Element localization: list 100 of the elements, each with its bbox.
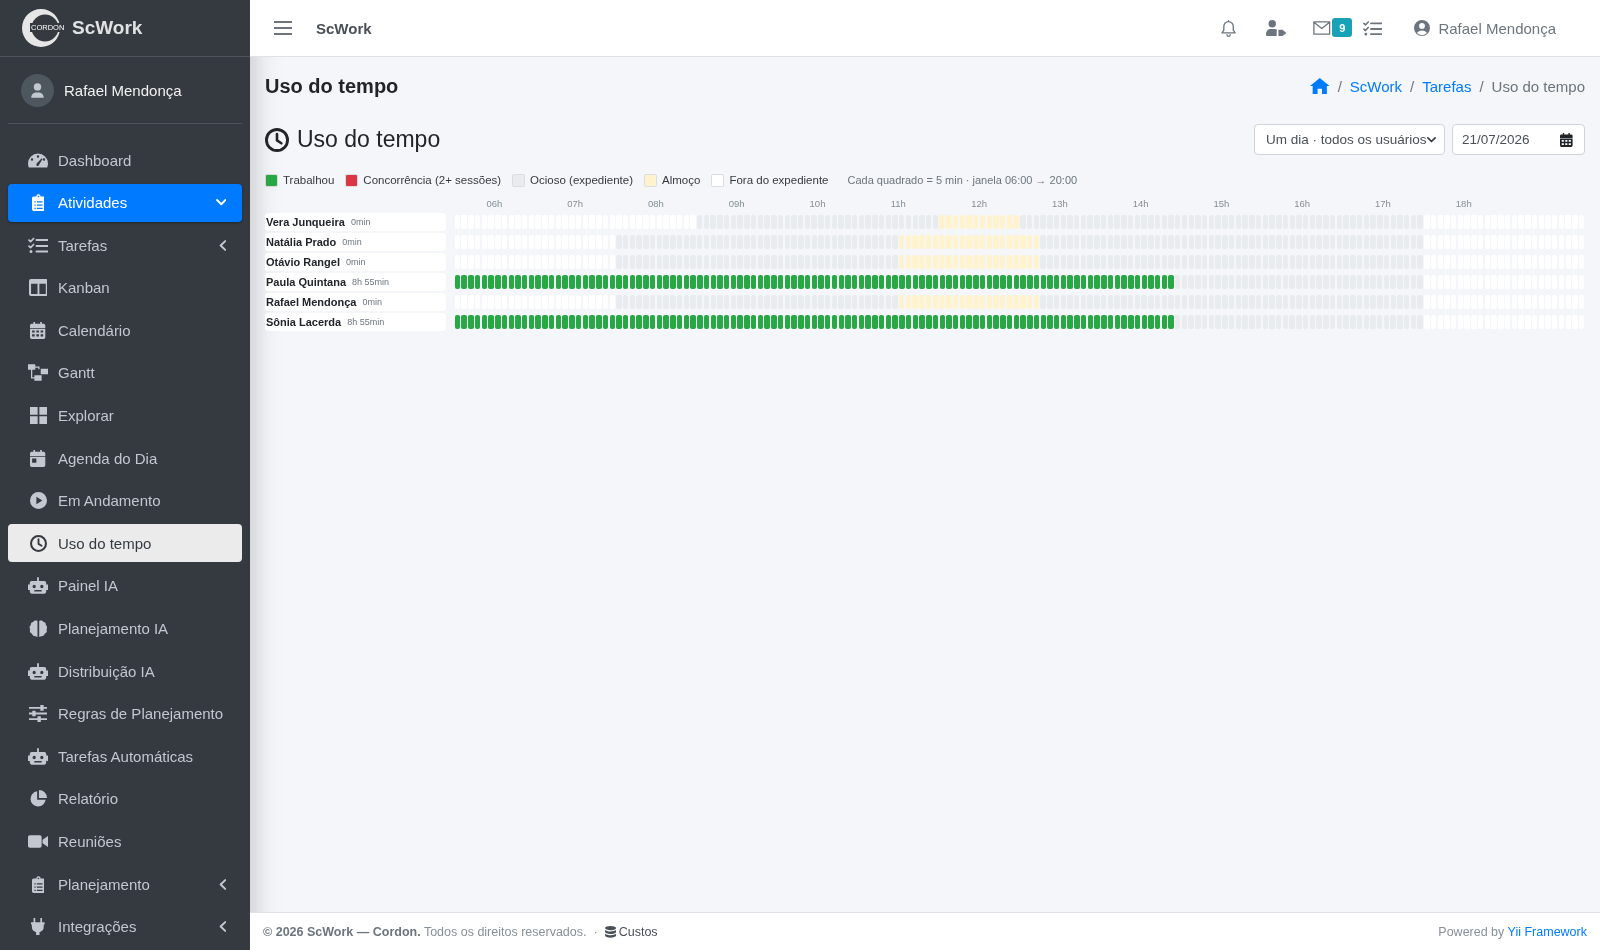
hour-label: 11h <box>890 198 906 209</box>
pie-chart-icon <box>29 790 47 808</box>
hour-label: 13h <box>1051 198 1068 209</box>
user-avatar-icon <box>21 73 54 107</box>
breadcrumb-link[interactable]: ScWork <box>1349 77 1403 95</box>
message-count-badge: 9 <box>1332 18 1353 37</box>
calendar-icon <box>1560 132 1573 147</box>
legend-note: Cada quadrado = 5 min · janela 06:00 → 20:00 <box>847 174 1078 186</box>
breadcrumb-separator: / <box>1337 77 1342 95</box>
user-name: Otávio Rangel <box>266 256 340 268</box>
legend-label: Ocioso (expediente) <box>530 174 634 186</box>
yii-framework-link[interactable]: Yii Framework <box>1507 924 1587 939</box>
sidebar-item[interactable]: Atividades <box>8 183 242 222</box>
footer-separator: · <box>593 924 598 939</box>
checklist-icon <box>28 236 48 254</box>
worked-duration: 0min <box>350 217 371 227</box>
hour-label: 12h <box>971 198 987 209</box>
sidebar-item[interactable]: Explorar <box>8 396 242 435</box>
chevron-down-icon <box>1427 136 1436 143</box>
hour-label: 18h <box>1455 198 1472 209</box>
navbar-brand-link[interactable]: ScWork <box>316 19 372 37</box>
breadcrumb-link[interactable]: Tarefas <box>1422 77 1472 95</box>
hour-label: 14h <box>1132 198 1149 209</box>
hour-label: 15h <box>1213 198 1230 209</box>
columns-icon <box>28 279 48 297</box>
hour-label: 17h <box>1375 198 1391 209</box>
hour-label: 09h <box>728 198 745 209</box>
sidebar-item[interactable]: Distribuição IA <box>8 652 242 691</box>
costs-link[interactable]: Custos <box>604 924 658 939</box>
sidebar-item[interactable]: Gantt <box>8 353 242 392</box>
legend-label: Fora do expediente <box>729 174 829 186</box>
grid-icon <box>29 407 47 425</box>
date-field[interactable]: 21/07/2026 <box>1452 124 1585 155</box>
worked-duration: 0min <box>342 237 362 247</box>
calendar-icon <box>30 449 46 467</box>
user-name: Sônia Lacerda <box>266 316 342 328</box>
legend-label: Almoço <box>662 174 701 186</box>
worked-duration: 0min <box>362 297 382 307</box>
sidebar-item[interactable]: Uso do tempo <box>8 524 242 563</box>
sidebar-item[interactable]: Tarefas Automáticas <box>8 737 242 776</box>
calendar-icon <box>30 321 46 339</box>
sidebar-item[interactable]: Kanban <box>8 268 242 307</box>
play-icon <box>29 492 47 510</box>
sidebar-item[interactable]: Tarefas <box>8 226 242 265</box>
robot-icon <box>28 662 48 680</box>
hour-label: 16h <box>1294 198 1311 209</box>
legend-label: Trabalhou <box>283 174 335 186</box>
user-name[interactable]: Rafael Mendonça <box>64 81 182 99</box>
hour-label: 07h <box>567 198 584 209</box>
video-camera-icon <box>28 833 48 850</box>
hour-label: 10h <box>809 198 826 209</box>
user-name: Natália Prado <box>266 236 337 248</box>
user-name: Rafael Mendonça <box>266 296 357 308</box>
sidebar-item[interactable]: Planejamento IA <box>8 609 242 648</box>
menu-icon[interactable] <box>274 21 292 35</box>
user-tag-icon[interactable] <box>1265 20 1288 36</box>
breadcrumb-current: Uso do tempo <box>1491 77 1585 95</box>
gauge-icon <box>28 151 48 169</box>
bell-icon[interactable] <box>1220 19 1236 37</box>
powered-by-text: Powered by Yii Framework <box>1438 924 1587 939</box>
legend-label: Concorrência (2+ sessões) <box>363 174 502 186</box>
panel-title: Uso do tempo <box>297 126 441 153</box>
coins-icon <box>604 925 616 938</box>
user-name: Paula Quintana <box>266 276 347 288</box>
hour-label: 08h <box>648 198 664 209</box>
user-filter-select[interactable]: Um dia · todos os usuários <box>1254 124 1445 155</box>
worked-duration: 8h 55min <box>347 317 385 327</box>
sidebar-item[interactable]: Calendário <box>8 311 242 350</box>
user-name: Vera Junqueira <box>266 216 345 228</box>
breadcrumb-separator: / <box>1479 77 1484 95</box>
plug-icon <box>31 918 45 936</box>
sidebar-item[interactable]: Em Andamento <box>8 481 242 520</box>
copyright-text: © 2026 ScWork — Cordon. Todos os direitos reservados. <box>263 924 587 939</box>
sidebar-item[interactable]: Relatório <box>8 779 242 818</box>
sidebar-item[interactable]: Dashboard <box>8 141 242 179</box>
brand-name: ScWork <box>72 17 143 39</box>
diagram-icon <box>28 364 48 382</box>
page-title: Uso do tempo <box>265 74 399 98</box>
sidebar-item[interactable]: Integrações <box>8 907 242 946</box>
sidebar-item[interactable]: Painel IA <box>8 566 242 605</box>
worked-duration: 8h 55min <box>352 277 390 287</box>
sidebar-item[interactable]: Planejamento <box>8 865 242 904</box>
breadcrumb-separator: / <box>1410 77 1415 95</box>
robot-icon <box>28 747 48 765</box>
robot-icon <box>28 577 48 595</box>
home-icon[interactable] <box>1310 78 1330 94</box>
clock-icon <box>265 127 289 152</box>
worked-duration: 0min <box>345 257 366 267</box>
clipboard-icon <box>31 194 45 212</box>
hour-label: 06h <box>486 198 503 209</box>
brain-icon <box>28 620 48 638</box>
checklist-icon[interactable] <box>1363 20 1382 36</box>
envelope-icon[interactable] <box>1313 21 1331 35</box>
sidebar-item[interactable]: Agenda do Dia <box>8 439 242 478</box>
user-menu[interactable]: Rafael Mendonça <box>1414 19 1556 37</box>
sidebar-item[interactable]: Reuniões <box>8 822 242 861</box>
clipboard-icon <box>31 875 45 893</box>
sliders-icon <box>28 705 48 723</box>
clock-icon <box>29 534 47 552</box>
sidebar-item[interactable]: Regras de Planejamento <box>8 694 242 733</box>
